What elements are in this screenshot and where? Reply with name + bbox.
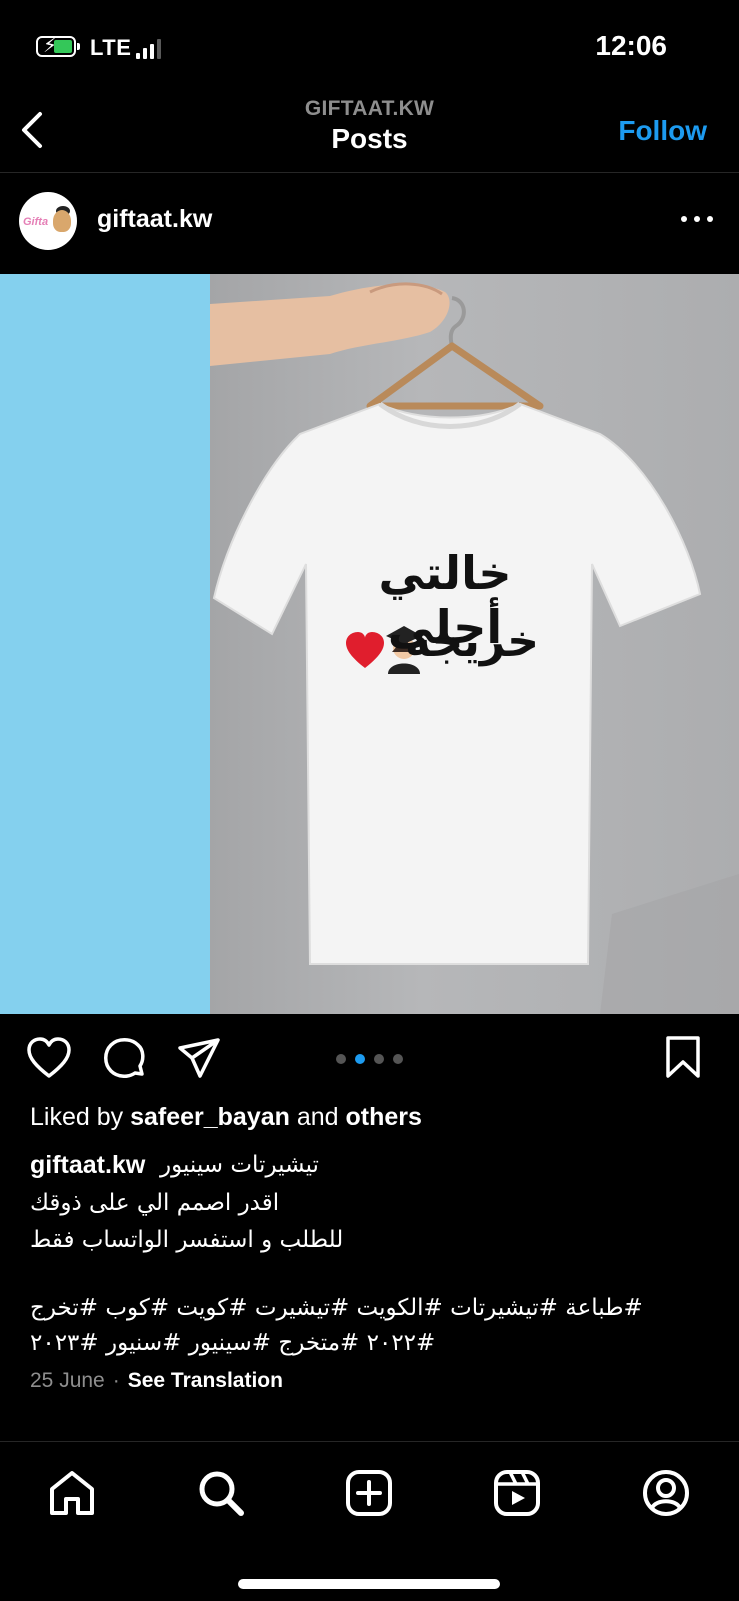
post-username[interactable]: giftaat.kw bbox=[97, 205, 212, 234]
share-send-icon[interactable] bbox=[176, 1036, 222, 1080]
likes-prefix: Liked by bbox=[30, 1103, 124, 1131]
post-meta: 25 June · See Translation bbox=[30, 1369, 283, 1392]
caption-hashtags-1[interactable]: #طباعة #تيشيرتات #الكويت #تيشيرت #كويت #… bbox=[30, 1295, 643, 1321]
bottom-tab-bar bbox=[0, 1441, 739, 1601]
signal-icon bbox=[136, 39, 166, 59]
search-icon[interactable] bbox=[195, 1467, 247, 1519]
network-label: LTE bbox=[90, 35, 132, 60]
caption-line-1: تيشيرتات سينيور bbox=[160, 1152, 319, 1178]
caption-line-3: للطلب و استفسر الواتساب فقط bbox=[30, 1227, 344, 1253]
likes-others[interactable]: others bbox=[346, 1103, 422, 1131]
shirt-design-line2: خريجة bbox=[405, 616, 539, 667]
post-header: Gifta giftaat.kw bbox=[0, 172, 739, 274]
liked-by-user[interactable]: safeer_bayan bbox=[130, 1103, 290, 1131]
likes-line: Liked by safeer_bayan and others bbox=[30, 1103, 422, 1132]
status-bar: ⚡ LTE 12:06 bbox=[0, 0, 739, 90]
comment-icon[interactable] bbox=[102, 1036, 148, 1082]
like-heart-icon[interactable] bbox=[26, 1036, 72, 1080]
avatar[interactable]: Gifta bbox=[19, 192, 77, 250]
create-icon[interactable] bbox=[343, 1467, 395, 1519]
follow-button[interactable]: Follow bbox=[618, 115, 707, 147]
caption-line-2: اقدر اصمم الي على ذوقك bbox=[30, 1190, 280, 1216]
home-icon[interactable] bbox=[46, 1467, 98, 1519]
see-translation-link[interactable]: See Translation bbox=[128, 1369, 283, 1392]
battery-icon: ⚡ bbox=[36, 35, 80, 57]
reels-icon[interactable] bbox=[491, 1467, 543, 1519]
clock: 12:06 bbox=[595, 30, 667, 61]
likes-mid: and bbox=[296, 1103, 339, 1131]
home-indicator bbox=[238, 1579, 500, 1589]
post-image[interactable]: خالتي أحلى خريجة bbox=[0, 274, 739, 1014]
bookmark-icon[interactable] bbox=[664, 1034, 702, 1080]
post-actions bbox=[0, 1014, 739, 1104]
carousel-indicator bbox=[336, 1054, 406, 1066]
caption-hashtags-2[interactable]: #٢٠٢٢ #متخرج #سينيور #سنيور #٢٠٢٣ bbox=[30, 1330, 435, 1356]
more-options-icon[interactable] bbox=[681, 216, 713, 226]
caption-username[interactable]: giftaat.kw bbox=[30, 1151, 145, 1180]
nav-header: GIFTAAT.KW Posts Follow bbox=[0, 90, 739, 173]
post-date: 25 June bbox=[30, 1369, 105, 1392]
profile-icon[interactable] bbox=[640, 1467, 692, 1519]
